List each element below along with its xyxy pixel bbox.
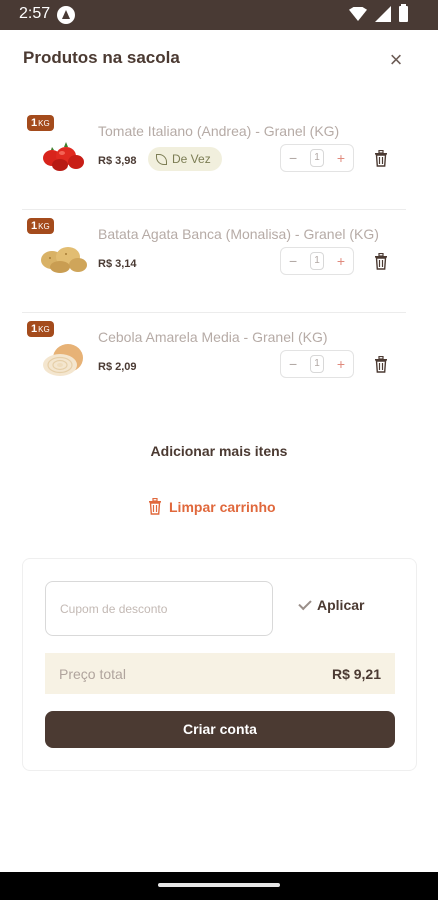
quantity-stepper: − 1 +: [280, 247, 354, 275]
status-time: 2:57: [19, 5, 51, 22]
clear-cart-button[interactable]: Limpar carrinho: [148, 498, 276, 515]
badge-qty: 1: [31, 220, 38, 232]
leaf-icon: [156, 153, 167, 165]
apply-coupon-button[interactable]: Aplicar: [298, 596, 365, 613]
check-icon: [298, 596, 312, 610]
apply-coupon-label: Aplicar: [317, 597, 365, 613]
badge-unit: KG: [38, 325, 50, 334]
tomato-image: [43, 142, 84, 171]
product-price: R$ 3,14: [98, 258, 137, 270]
ripeness-label: De Vez: [172, 152, 211, 166]
increase-button[interactable]: +: [337, 253, 345, 269]
add-more-items-button[interactable]: Adicionar mais itens: [0, 443, 438, 459]
trash-icon: [149, 498, 161, 515]
potato-image: [41, 247, 87, 273]
total-price-label: Preço total: [59, 665, 126, 682]
decrease-button[interactable]: −: [289, 150, 297, 166]
trash-icon[interactable]: [374, 356, 388, 373]
badge-qty: 1: [31, 117, 38, 129]
order-summary-card: Aplicar Preço total R$ 9,21 Criar conta: [22, 558, 417, 771]
trash-icon[interactable]: [374, 253, 388, 270]
sheet-title: Produtos na sacola: [23, 48, 180, 67]
quantity-value[interactable]: 1: [310, 252, 324, 270]
increase-button[interactable]: +: [337, 356, 345, 372]
onion-image: [43, 344, 83, 376]
home-gesture-handle[interactable]: [158, 883, 280, 887]
total-price-value: R$ 9,21: [331, 665, 381, 682]
quantity-stepper: − 1 +: [280, 350, 354, 378]
trash-icon[interactable]: [374, 150, 388, 167]
product-name: Tomate Italiano (Andrea) - Granel (KG): [98, 123, 340, 139]
coupon-input[interactable]: [45, 581, 273, 636]
decrease-button[interactable]: −: [289, 356, 297, 372]
badge-unit: KG: [38, 119, 50, 128]
signal-icon: [375, 6, 391, 22]
product-name: Batata Agata Banca (Monalisa) - Granel (…: [98, 226, 379, 242]
badge-unit: KG: [38, 222, 50, 231]
quantity-badge: 1KG: [27, 321, 54, 337]
status-icons: [349, 4, 408, 22]
product-price: R$ 2,09: [98, 361, 137, 373]
status-bar: 2:57: [0, 0, 438, 30]
clear-cart-label: Limpar carrinho: [169, 498, 276, 515]
product-name: Cebola Amarela Media - Granel (KG): [98, 329, 328, 345]
close-button[interactable]: ×: [384, 49, 408, 73]
decrease-button[interactable]: −: [289, 253, 297, 269]
system-nav-bar: [0, 872, 438, 900]
create-account-button[interactable]: Criar conta: [45, 711, 395, 748]
increase-button[interactable]: +: [337, 150, 345, 166]
quantity-stepper: − 1 +: [280, 144, 354, 172]
ripeness-tag: De Vez: [148, 147, 222, 171]
quantity-value[interactable]: 1: [310, 149, 324, 167]
app-notification-icon: [57, 6, 75, 24]
quantity-badge: 1KG: [27, 115, 54, 131]
cart-item: 1KG Tomate Italiano (Andrea) - Granel (K…: [22, 110, 406, 210]
battery-icon: [399, 4, 408, 22]
cart-item: 1KG Cebola Amarela Media - Granel (KG) R…: [22, 316, 406, 416]
badge-qty: 1: [31, 323, 38, 335]
total-price-row: Preço total R$ 9,21: [45, 653, 395, 694]
wifi-icon: [349, 7, 367, 21]
quantity-value[interactable]: 1: [310, 355, 324, 373]
quantity-badge: 1KG: [27, 218, 54, 234]
product-price: R$ 3,98: [98, 155, 137, 167]
cart-item: 1KG Batata Agata Banca (Monalisa) - Gran…: [22, 213, 406, 313]
